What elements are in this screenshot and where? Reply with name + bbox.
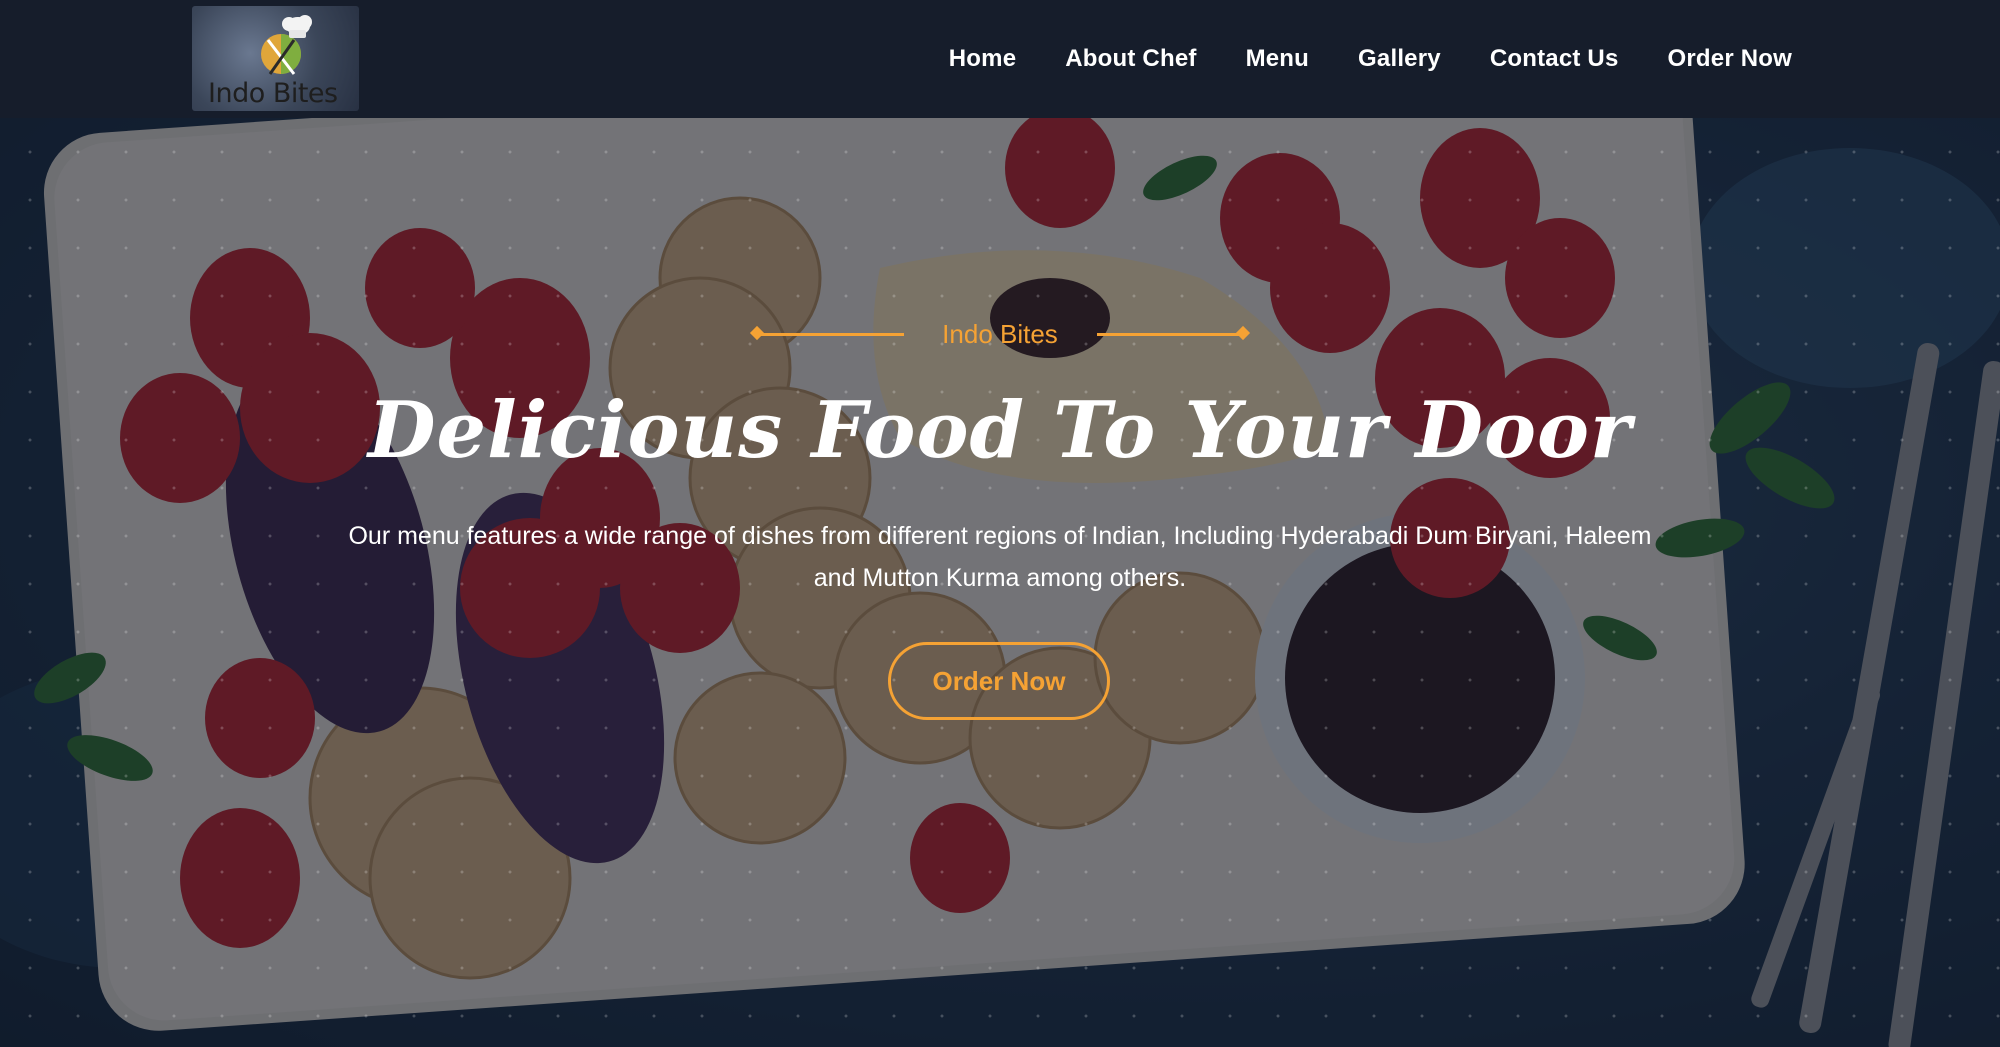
logo[interactable]: Indo Bites	[192, 6, 359, 111]
divider-line	[1097, 333, 1243, 336]
site-header: Indo Bites Home About Chef Menu Gallery …	[0, 0, 2000, 118]
nav-item-gallery[interactable]: Gallery	[1358, 45, 1441, 73]
hero-description: Our menu features a wide range of dishes…	[348, 522, 1652, 592]
main-nav: Home About Chef Menu Gallery Contact Us …	[949, 41, 1792, 77]
hero-eyebrow: Indo Bites	[0, 314, 2000, 354]
nav-item-home[interactable]: Home	[949, 45, 1016, 73]
page: Indo Bites Home About Chef Menu Gallery …	[0, 0, 2000, 1047]
nav-item-order-now[interactable]: Order Now	[1668, 45, 1792, 73]
hero-content: Indo Bites Delicious Food To Your Door O…	[0, 118, 2000, 1047]
nav-item-about-chef[interactable]: About Chef	[1065, 45, 1196, 73]
order-now-button[interactable]: Order Now	[888, 642, 1110, 720]
nav-item-menu[interactable]: Menu	[1246, 45, 1309, 73]
hero-section: Indo Bites Delicious Food To Your Door O…	[0, 118, 2000, 1047]
chef-hat-logo-icon	[261, 15, 312, 75]
logo-text: Indo Bites	[208, 78, 338, 109]
nav-item-contact-us[interactable]: Contact Us	[1490, 45, 1619, 73]
hero-title: Delicious Food To Your Door	[367, 385, 1633, 476]
eyebrow-text: Indo Bites	[942, 319, 1058, 349]
